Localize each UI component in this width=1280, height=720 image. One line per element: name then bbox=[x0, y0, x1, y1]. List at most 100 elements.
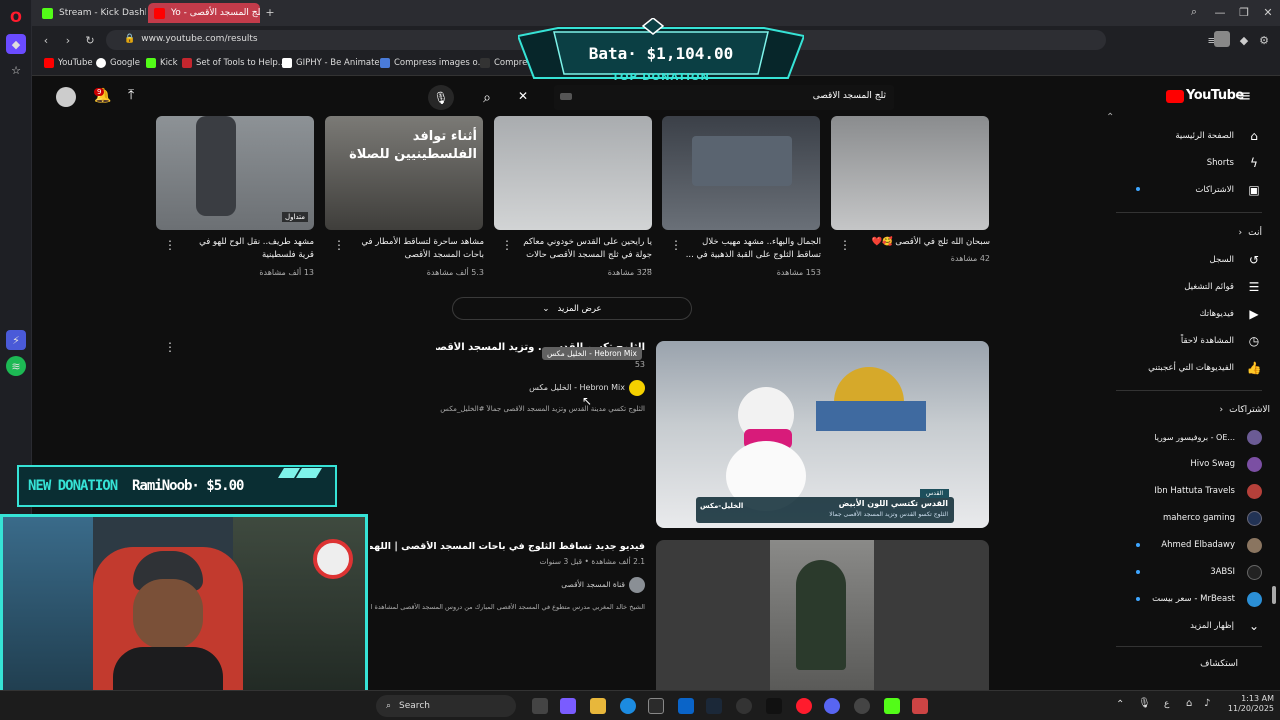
microphone-icon[interactable]: 🎙 bbox=[1138, 698, 1151, 709]
subscription-item[interactable]: Ibn Hattuta Travels bbox=[1116, 479, 1262, 503]
opera-icon[interactable] bbox=[796, 698, 812, 714]
language-icon[interactable]: ع bbox=[1164, 699, 1169, 709]
more-options-icon[interactable]: ⋮ bbox=[164, 238, 176, 252]
tiktok-icon[interactable] bbox=[766, 698, 782, 714]
guide-liked-videos[interactable]: الفيديوهات التي أعجبتني 👍 bbox=[1116, 356, 1262, 380]
more-options-icon[interactable]: ⋮ bbox=[670, 238, 682, 252]
keyboard-icon[interactable] bbox=[560, 93, 572, 100]
create-upload-icon[interactable]: ⤒ bbox=[128, 87, 134, 103]
more-options-icon[interactable]: ⋮ bbox=[839, 238, 851, 252]
bookmark-compress-images[interactable]: Compress images o... bbox=[380, 58, 486, 68]
channel-avatar[interactable] bbox=[629, 380, 645, 396]
guide-explore-header: استكشاف bbox=[1200, 659, 1238, 669]
result-1-thumbnail[interactable]: القدس تكتسي اللون الأبيض الثلوج تكسو الق… bbox=[656, 341, 989, 528]
4k-app-icon[interactable] bbox=[736, 698, 752, 714]
subscription-item[interactable]: 3ABSI bbox=[1116, 560, 1262, 584]
back-icon[interactable]: ‹ bbox=[38, 32, 54, 48]
copilot-icon[interactable] bbox=[560, 698, 576, 714]
opera-logo-icon[interactable]: O bbox=[6, 8, 26, 28]
guide-your-videos[interactable]: فيديوهاتك ▶ bbox=[1116, 302, 1262, 326]
guide-watch-later[interactable]: المشاهدة لاحقاً ◷ bbox=[1116, 329, 1262, 353]
close-window-icon[interactable]: ✕ bbox=[1260, 4, 1276, 20]
extension-icon[interactable]: ◆ bbox=[1236, 32, 1252, 48]
bookmark-youtube[interactable]: YouTube bbox=[44, 58, 93, 68]
result-2-channel[interactable]: قناة المسجد الأقصى bbox=[500, 580, 625, 589]
result-2-thumbnail[interactable] bbox=[656, 540, 989, 690]
pinboard-icon[interactable]: ☆ bbox=[6, 60, 26, 80]
grid-thumb-5[interactable]: متداول bbox=[156, 116, 314, 230]
grid-thumb-3[interactable] bbox=[494, 116, 652, 230]
spotify-icon[interactable]: ≋ bbox=[6, 356, 26, 376]
maximize-icon[interactable]: ❐ bbox=[1236, 4, 1252, 20]
voice-search-icon[interactable]: 🎙 bbox=[428, 85, 454, 110]
result-1-channel[interactable]: الخليل مكس - Hebron Mix bbox=[470, 383, 625, 392]
discord-icon[interactable] bbox=[824, 698, 840, 714]
grid-title-1[interactable]: سبحان الله ثلج في الأقصى 🥰❤️ bbox=[856, 236, 990, 249]
grid-thumb-2[interactable] bbox=[662, 116, 820, 230]
youtube-logo-text[interactable]: YouTube bbox=[1186, 88, 1244, 103]
search-icon[interactable]: ⌕ bbox=[474, 85, 500, 110]
guide-subscriptions[interactable]: الاشتراكات ▣ bbox=[1116, 178, 1262, 202]
outlook-icon[interactable] bbox=[678, 698, 694, 714]
obs-icon[interactable] bbox=[854, 698, 870, 714]
tab-kick-dashboard[interactable]: Stream - Kick Dashboard bbox=[36, 3, 146, 23]
grid-meta-5: 13 ألف مشاهدة bbox=[259, 268, 314, 277]
grid-title-4[interactable]: مشاهد ساحرة لتساقط الأمطار في باحات المس… bbox=[346, 236, 484, 262]
tray-chevron-icon[interactable]: ⌃ bbox=[1116, 699, 1124, 710]
more-options-icon[interactable]: ⋮ bbox=[333, 238, 345, 252]
channel-avatar bbox=[1247, 456, 1262, 472]
show-more-subscriptions[interactable]: إظهار المزيد ⌄ bbox=[1116, 614, 1262, 638]
app-icon[interactable]: ⚡ bbox=[6, 330, 26, 350]
bookmark-giphy[interactable]: GIPHY - Be Animated bbox=[282, 58, 385, 68]
taskbar-search[interactable]: ⌕ Search bbox=[376, 695, 516, 717]
show-more-button[interactable]: ⌄ عرض المزيد bbox=[452, 297, 692, 320]
edge-icon[interactable] bbox=[620, 698, 636, 714]
channel-avatar[interactable] bbox=[629, 577, 645, 593]
clock[interactable]: 1:13 AM 11/20/2025 bbox=[1222, 694, 1274, 715]
tab-youtube-search[interactable]: (5) ثلج المسجد الأقصى - Yo bbox=[148, 3, 260, 23]
guide-history[interactable]: السجل ↺ bbox=[1116, 248, 1262, 272]
app-icon[interactable] bbox=[912, 698, 928, 714]
bookmark-tools[interactable]: Set of Tools to Help... bbox=[182, 58, 286, 68]
forward-icon[interactable]: › bbox=[60, 32, 76, 48]
volume-icon[interactable]: ♪ bbox=[1204, 698, 1210, 709]
reload-icon[interactable]: ↻ bbox=[82, 32, 98, 48]
guide-shorts[interactable]: Shorts ϟ bbox=[1116, 151, 1262, 175]
file-explorer-icon[interactable] bbox=[590, 698, 606, 714]
grid-thumb-1[interactable] bbox=[831, 116, 989, 230]
aria-icon[interactable]: ◆ bbox=[6, 34, 26, 54]
hamburger-menu-icon[interactable]: ≡ bbox=[1238, 86, 1251, 105]
youtube-logo-icon[interactable] bbox=[1166, 90, 1184, 103]
more-options-icon[interactable]: ⋮ bbox=[164, 340, 176, 354]
grid-title-2[interactable]: الجمال والبهاء.. مشهد مهيب خلال تساقط ال… bbox=[684, 236, 821, 262]
scroll-up-icon[interactable]: ⌃ bbox=[1106, 112, 1114, 123]
clear-search-icon[interactable]: ✕ bbox=[518, 89, 528, 103]
kick-app-icon[interactable] bbox=[884, 698, 900, 714]
settings-icon[interactable]: ⚙ bbox=[1256, 32, 1272, 48]
sidebar-scrollbar[interactable] bbox=[1272, 586, 1276, 604]
minimize-icon[interactable]: — bbox=[1212, 4, 1228, 20]
task-view-icon[interactable] bbox=[532, 698, 548, 714]
store-icon[interactable] bbox=[648, 698, 664, 714]
subscription-item[interactable]: Hivo Swag bbox=[1116, 452, 1262, 476]
network-icon[interactable]: ⌂ bbox=[1186, 698, 1192, 709]
bookmark-google[interactable]: Google bbox=[96, 58, 140, 68]
new-tab-icon[interactable]: + bbox=[262, 4, 278, 20]
subscription-item[interactable]: بروفيسور سوريا - OE... bbox=[1116, 425, 1262, 449]
guide-subscriptions-header[interactable]: › الاشتراكات bbox=[1116, 398, 1270, 422]
profile-avatar[interactable] bbox=[1214, 31, 1230, 47]
grid-thumb-4[interactable]: أثناء توافد الفلسطينيين للصلاة bbox=[325, 116, 483, 230]
subscription-item[interactable]: سعر بيست - MrBeast bbox=[1116, 587, 1262, 611]
guide-you-header[interactable]: › أنت bbox=[1116, 221, 1262, 245]
subscription-item[interactable]: Ahmed Elbadawy bbox=[1116, 533, 1262, 557]
subscription-item[interactable]: maherco gaming bbox=[1116, 506, 1262, 530]
guide-home[interactable]: الصفحة الرئيسية ⌂ bbox=[1116, 124, 1262, 148]
bookmark-kick[interactable]: Kick bbox=[146, 58, 178, 68]
result-2-title[interactable]: فيديو جديد تساقط الثلوج في باحات المسجد … bbox=[370, 541, 645, 552]
tab-search-icon[interactable]: ⌕ bbox=[1186, 4, 1202, 20]
guide-playlists[interactable]: قوائم التشغيل ☰ bbox=[1116, 275, 1262, 299]
steam-icon[interactable] bbox=[706, 698, 722, 714]
grid-title-5[interactable]: مشهد طريف.. نقل الوح للهو في قرية فلسطين… bbox=[186, 236, 314, 262]
account-avatar[interactable] bbox=[56, 87, 76, 107]
more-options-icon[interactable]: ⋮ bbox=[501, 238, 513, 252]
